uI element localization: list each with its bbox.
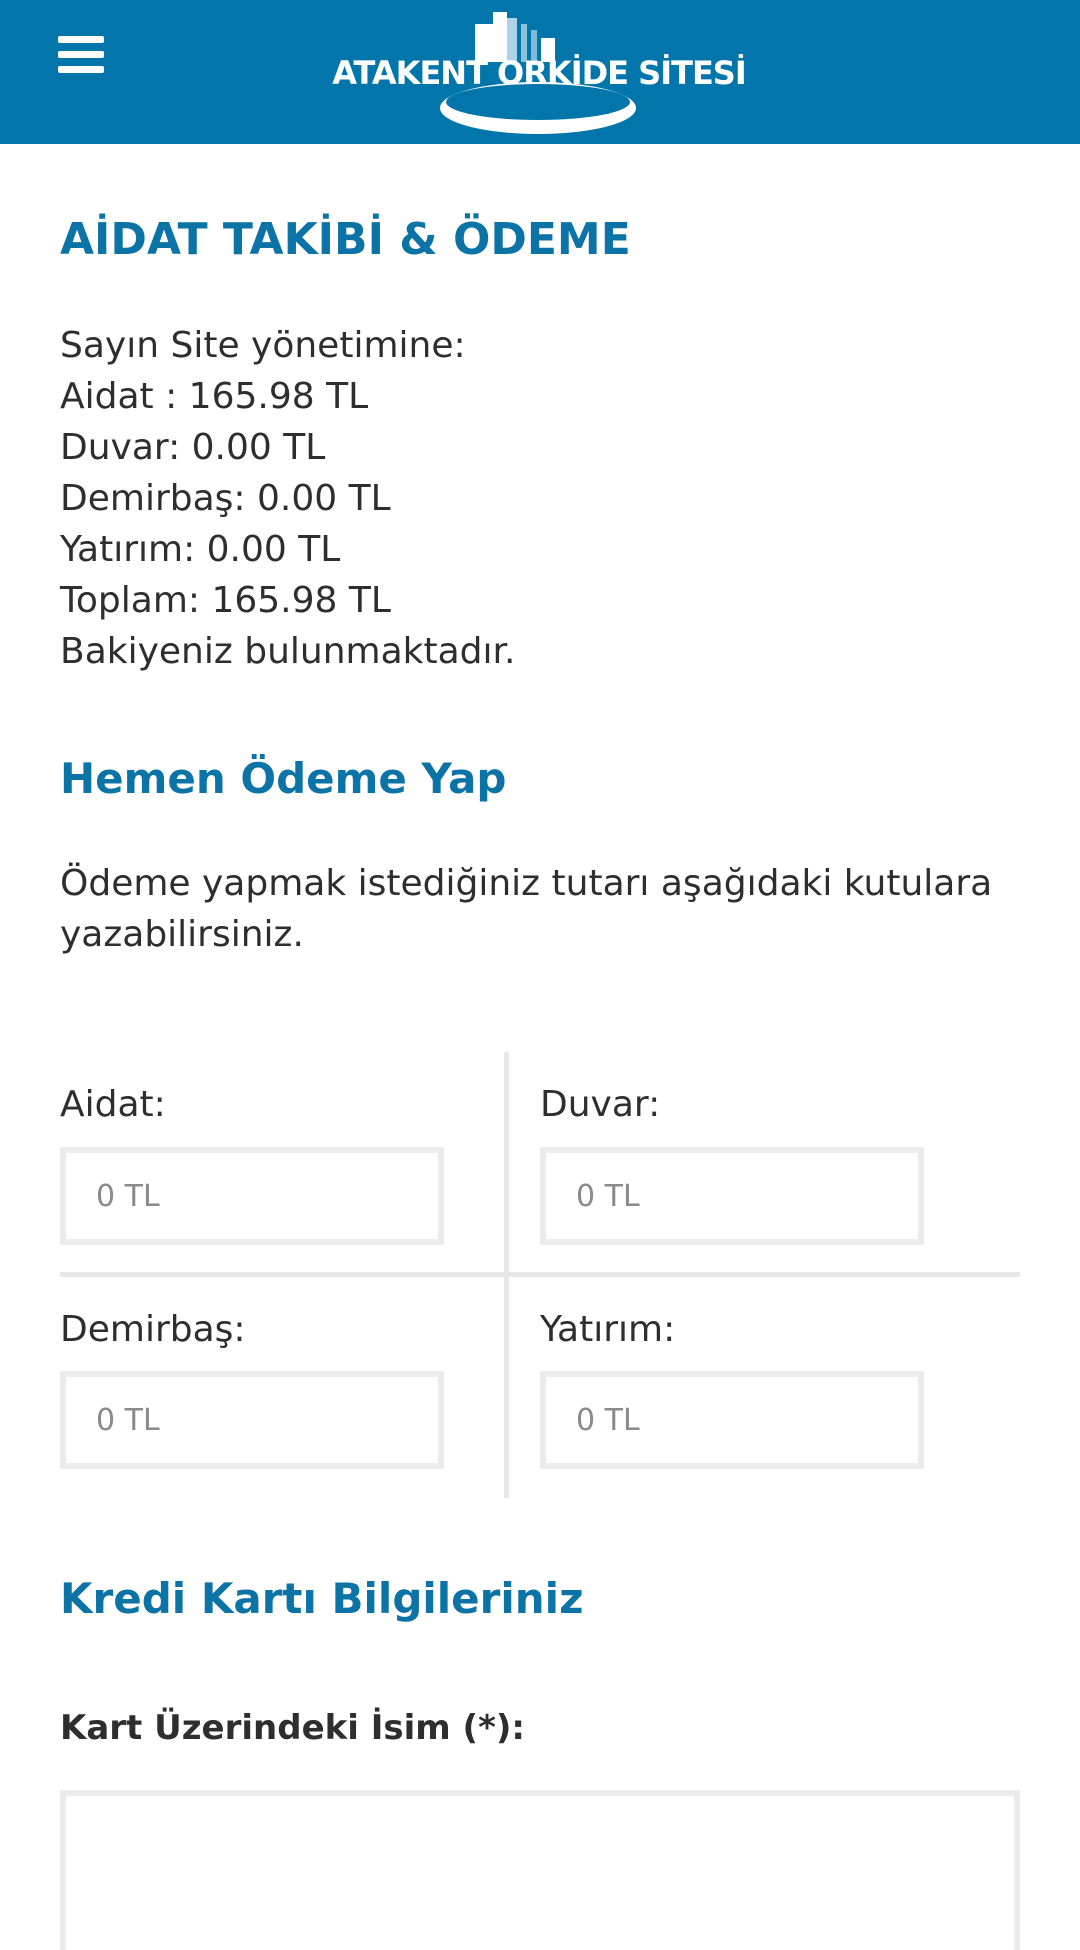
balance-status: Bakiyeniz bulunmaktadır. [60, 631, 516, 672]
logo-text: ATAKENT ORKİDE SİTESİ [332, 54, 747, 92]
dues-yatirim: Yatırım: 0.00 TL [60, 529, 341, 570]
yatirim-label: Yatırım: [540, 1309, 676, 1350]
payment-section-title: Hemen Ödeme Yap [60, 754, 507, 803]
demirbas-label: Demirbaş: [60, 1309, 246, 1350]
cardholder-name-label: Kart Üzerindeki İsim (*): [60, 1708, 525, 1748]
logo-subtext: ORKİDE SİTESİ [464, 99, 613, 118]
duvar-amount-input[interactable] [540, 1147, 924, 1245]
dues-demirbas: Demirbaş: 0.00 TL [60, 478, 391, 519]
aidat-label: Aidat: [60, 1084, 166, 1125]
grid-divider-horizontal [60, 1272, 1020, 1277]
site-logo[interactable]: ORKİDE SİTESİ ATAKENT ORKİDE SİTESİ [325, 4, 755, 140]
dues-aidat: Aidat : 165.98 TL [60, 376, 369, 417]
page-title: AİDAT TAKİBİ & ÖDEME [60, 214, 631, 265]
dues-duvar: Duvar: 0.00 TL [60, 427, 326, 468]
payment-intro-text: Ödeme yapmak istediğiniz tutarı aşağıdak… [60, 863, 993, 955]
greeting-line: Sayın Site yönetimine: [60, 325, 466, 366]
cardholder-name-input[interactable] [60, 1790, 1020, 1950]
dues-summary: Sayın Site yönetimine: Aidat : 165.98 TL… [60, 320, 515, 677]
yatirim-amount-input[interactable] [540, 1371, 924, 1469]
dues-total: Toplam: 165.98 TL [60, 580, 391, 621]
site-header: ORKİDE SİTESİ ATAKENT ORKİDE SİTESİ [0, 0, 1080, 144]
hamburger-menu-icon[interactable] [58, 34, 106, 74]
demirbas-amount-input[interactable] [60, 1371, 444, 1469]
aidat-amount-input[interactable] [60, 1147, 444, 1245]
duvar-label: Duvar: [540, 1084, 661, 1125]
credit-card-section-title: Kredi Kartı Bilgileriniz [60, 1574, 584, 1623]
payment-amount-grid: Aidat: Duvar: Demirbaş: Yatırım: [60, 1052, 1020, 1498]
